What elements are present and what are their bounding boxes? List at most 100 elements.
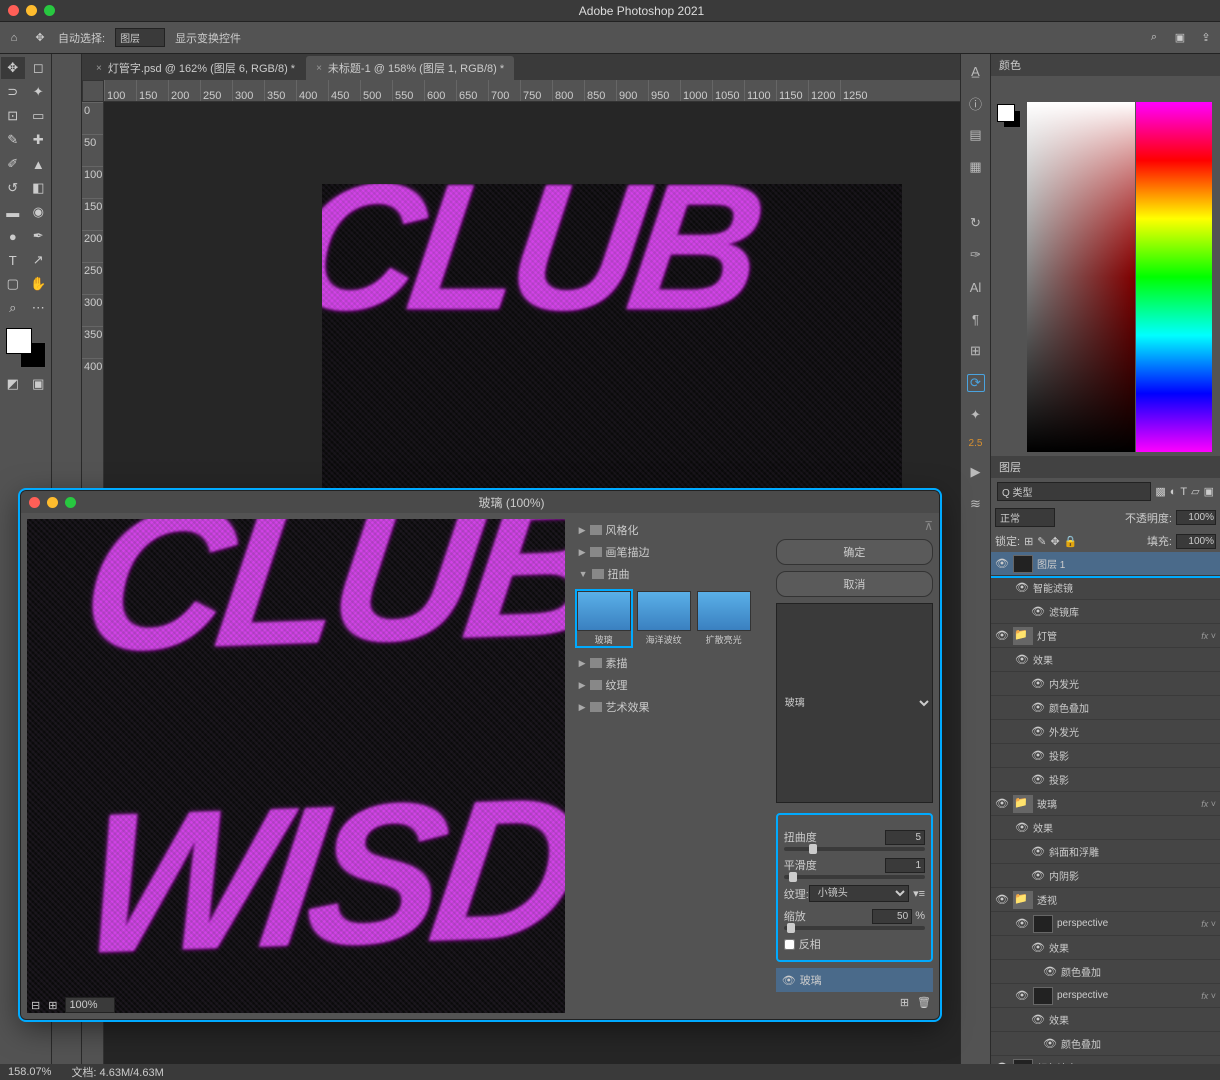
opacity-input[interactable] bbox=[1176, 510, 1216, 525]
status-zoom[interactable]: 158.07% bbox=[8, 1066, 51, 1078]
workspace-icon[interactable]: ▣ bbox=[1172, 30, 1188, 46]
layer-item[interactable]: 👁外发光 bbox=[991, 720, 1220, 744]
layer-item[interactable]: 👁效果 bbox=[991, 1008, 1220, 1032]
brush-size[interactable]: 2.5 bbox=[969, 438, 983, 449]
texture-select[interactable]: 小镜头 bbox=[809, 885, 909, 902]
layer-kind-filter[interactable]: Q 类型 bbox=[997, 482, 1151, 501]
visibility-icon[interactable]: 👁 bbox=[1015, 653, 1029, 666]
gradient-tool[interactable]: ▬ bbox=[1, 201, 25, 223]
filter-thumb[interactable]: 扩散亮光 bbox=[697, 591, 751, 646]
visibility-icon[interactable]: 👁 bbox=[1031, 773, 1045, 786]
zoom-out-icon[interactable]: ⊟ bbox=[31, 999, 40, 1012]
home-icon[interactable]: ⌂ bbox=[6, 30, 22, 46]
tree-folder[interactable]: ▼扭曲 bbox=[575, 563, 766, 585]
glyphs-icon[interactable]: ¶ bbox=[967, 310, 985, 328]
visibility-icon[interactable]: 👁 bbox=[1043, 965, 1057, 978]
tree-folder[interactable]: ▶艺术效果 bbox=[575, 696, 766, 718]
doc-tab-1[interactable]: ×未标题-1 @ 158% (图层 1, RGB/8) * bbox=[306, 56, 514, 80]
color-swatch[interactable] bbox=[6, 328, 46, 368]
ruler-horizontal[interactable]: 1001502002503003504004505005506006507007… bbox=[104, 80, 960, 102]
screenmode-tool[interactable]: ▣ bbox=[27, 373, 51, 395]
swatches-icon[interactable]: ▦ bbox=[967, 158, 985, 176]
visibility-icon[interactable]: 👁 bbox=[1043, 1037, 1057, 1050]
layer-item[interactable]: 👁📁玻璃fx ˅ bbox=[991, 792, 1220, 816]
close-window[interactable] bbox=[8, 5, 19, 16]
filter-shape-icon[interactable]: ▱ bbox=[1191, 485, 1199, 498]
scale-input[interactable] bbox=[872, 909, 912, 924]
visibility-icon[interactable]: 👁 bbox=[1031, 941, 1045, 954]
invert-checkbox[interactable]: 反相 bbox=[784, 936, 925, 952]
eye-icon[interactable]: 👁 bbox=[782, 974, 796, 987]
paths-icon[interactable]: ✑ bbox=[967, 246, 985, 264]
tree-folder[interactable]: ▶画笔描边 bbox=[575, 541, 766, 563]
dialog-preview[interactable]: CLUB WISDO bbox=[27, 519, 565, 1013]
layer-item[interactable]: 👁颜色叠加 bbox=[991, 960, 1220, 984]
visibility-icon[interactable]: 👁 bbox=[1031, 701, 1045, 714]
wand-tool[interactable]: ✦ bbox=[27, 81, 51, 103]
filter-smart-icon[interactable]: ▣ bbox=[1204, 485, 1214, 498]
dialog-max[interactable] bbox=[65, 497, 76, 508]
blend-mode[interactable]: 正常 bbox=[995, 508, 1055, 527]
new-effect-icon[interactable]: ⊞ bbox=[900, 996, 909, 1009]
layers-panel-header[interactable]: 图层 bbox=[991, 456, 1220, 478]
dialog-zoom[interactable] bbox=[65, 997, 115, 1013]
move-tool[interactable]: ✥ bbox=[1, 57, 25, 79]
lock-pixels-icon[interactable]: ✎ bbox=[1037, 535, 1046, 548]
smoothness-input[interactable] bbox=[885, 858, 925, 873]
visibility-icon[interactable]: 👁 bbox=[1031, 845, 1045, 858]
paragraph-icon[interactable]: Al bbox=[967, 278, 985, 296]
visibility-icon[interactable]: 👁 bbox=[1031, 605, 1045, 618]
play-icon[interactable]: ▶ bbox=[967, 463, 985, 481]
frame-tool[interactable]: ▭ bbox=[27, 105, 51, 127]
type-tool[interactable]: T bbox=[1, 249, 25, 271]
layer-item[interactable]: 👁效果 bbox=[991, 648, 1220, 672]
hand-tool[interactable]: ✋ bbox=[27, 273, 51, 295]
pen-tool[interactable]: ✒ bbox=[27, 225, 51, 247]
color-swatch-mini[interactable] bbox=[997, 104, 1021, 128]
visibility-icon[interactable]: 👁 bbox=[1015, 989, 1029, 1002]
lock-transparency-icon[interactable]: ⊞ bbox=[1024, 535, 1033, 548]
layer-item[interactable]: 👁效果 bbox=[991, 936, 1220, 960]
guides-icon[interactable]: ⊞ bbox=[967, 342, 985, 360]
character-icon[interactable]: A̲ bbox=[967, 62, 985, 80]
properties-icon[interactable]: ▤ bbox=[967, 126, 985, 144]
visibility-icon[interactable]: 👁 bbox=[995, 629, 1009, 642]
fill-input[interactable] bbox=[1176, 534, 1216, 549]
path-tool[interactable]: ↗ bbox=[27, 249, 51, 271]
move-tool-icon[interactable]: ✥ bbox=[32, 30, 48, 46]
filter-stack-item[interactable]: 👁玻璃 bbox=[776, 968, 933, 992]
distortion-slider[interactable] bbox=[784, 847, 925, 851]
collapse-icon[interactable]: ⊼ bbox=[776, 519, 933, 533]
color-field[interactable] bbox=[1027, 102, 1135, 452]
show-transform-label[interactable]: 显示变换控件 bbox=[175, 30, 241, 46]
visibility-icon[interactable]: 👁 bbox=[1031, 677, 1045, 690]
visibility-icon[interactable]: 👁 bbox=[995, 893, 1009, 906]
filter-thumb[interactable]: 玻璃 bbox=[577, 591, 631, 646]
auto-select-target[interactable]: 图层 bbox=[115, 28, 165, 47]
texture-load-icon[interactable]: ▾≡ bbox=[913, 887, 925, 900]
layer-item[interactable]: 👁perspectivefx ˅ bbox=[991, 912, 1220, 936]
dialog-min[interactable] bbox=[47, 497, 58, 508]
visibility-icon[interactable]: 👁 bbox=[1015, 581, 1029, 594]
sparkle-icon[interactable]: ✦ bbox=[967, 406, 985, 424]
color-panel-header[interactable]: 颜色 bbox=[991, 54, 1220, 76]
smoothness-slider[interactable] bbox=[784, 875, 925, 879]
delete-effect-icon[interactable]: 🗑 bbox=[917, 996, 931, 1009]
adjustments-icon[interactable]: ≋ bbox=[967, 495, 985, 513]
visibility-icon[interactable]: 👁 bbox=[995, 797, 1009, 810]
layer-item[interactable]: 👁内发光 bbox=[991, 672, 1220, 696]
layer-item[interactable]: 👁效果 bbox=[991, 816, 1220, 840]
scale-slider[interactable] bbox=[784, 926, 925, 930]
healing-tool[interactable]: ✚ bbox=[27, 129, 51, 151]
layer-item[interactable]: 👁滤镜库 bbox=[991, 600, 1220, 624]
filter-pixel-icon[interactable]: ▩ bbox=[1155, 485, 1165, 498]
visibility-icon[interactable]: 👁 bbox=[1031, 725, 1045, 738]
share-icon[interactable]: ⇪ bbox=[1198, 30, 1214, 46]
visibility-icon[interactable]: 👁 bbox=[1031, 749, 1045, 762]
layer-list[interactable]: 👁图层 1👁智能滤镜👁滤镜库👁📁灯管fx ˅👁效果👁内发光👁颜色叠加👁外发光👁投… bbox=[991, 552, 1220, 1064]
layer-item[interactable]: 👁图层 1 bbox=[991, 552, 1220, 576]
filter-select[interactable]: 玻璃 bbox=[776, 603, 933, 803]
crop-tool[interactable]: ⊡ bbox=[1, 105, 25, 127]
maximize-window[interactable] bbox=[44, 5, 55, 16]
layer-item[interactable]: 👁斜面和浮雕 bbox=[991, 840, 1220, 864]
